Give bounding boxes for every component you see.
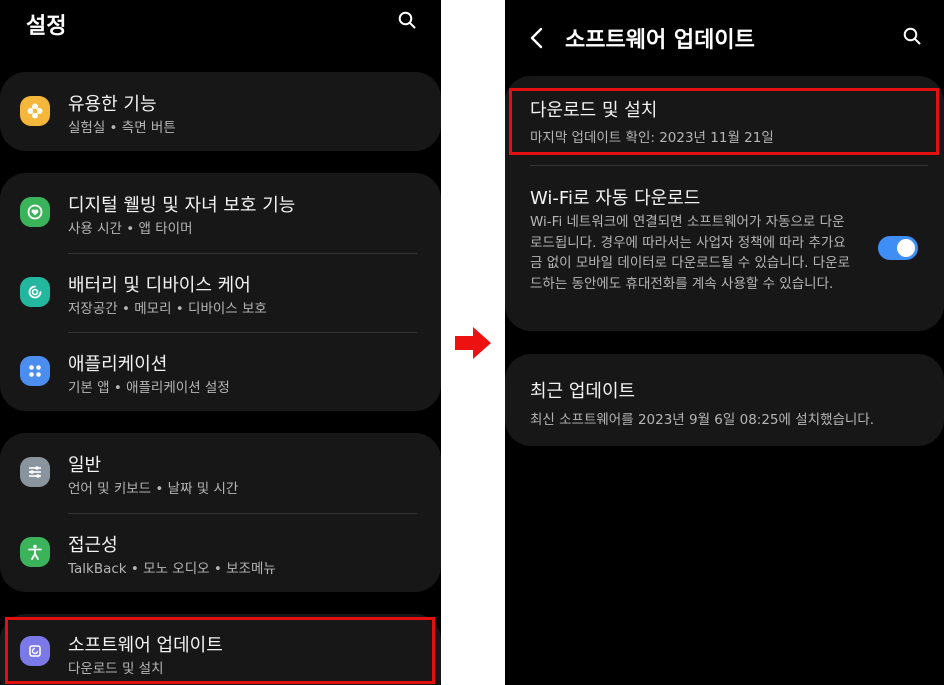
settings-group-general: 일반 언어 및 키보드 • 날짜 및 시간 접근성 TalkBack • 모노 … [0, 433, 441, 592]
item-subtitle: 최신 소프트웨어를 2023년 9월 6일 08:25에 설치했습니다. [530, 412, 875, 428]
item-subtitle: 저장공간 • 메모리 • 디바이스 보호 [68, 301, 267, 317]
highlight-box [5, 617, 435, 684]
settings-item-accessibility[interactable]: 접근성 TalkBack • 모노 오디오 • 보조메뉴 [0, 513, 441, 592]
settings-group-advanced: 유용한 기능 실험실 • 측면 버튼 [0, 72, 441, 151]
item-subtitle: 언어 및 키보드 • 날짜 및 시간 [68, 481, 239, 497]
item-title: 배터리 및 디바이스 케어 [68, 275, 251, 296]
page-title: 소프트웨어 업데이트 [565, 28, 755, 53]
settings-item-applications[interactable]: 애플리케이션 기본 앱 • 애플리케이션 설정 [0, 332, 441, 411]
search-icon[interactable] [398, 11, 416, 29]
page-title: 설정 [26, 14, 67, 39]
recent-update-item[interactable]: 최근 업데이트 최신 소프트웨어를 2023년 9월 6일 08:25에 설치했… [505, 354, 944, 446]
back-icon[interactable] [527, 26, 547, 50]
settings-item-general[interactable]: 일반 언어 및 키보드 • 날짜 및 시간 [0, 433, 441, 513]
toggle-knob [897, 239, 915, 257]
item-title: 접근성 [68, 535, 118, 556]
search-icon[interactable] [903, 27, 921, 45]
wifi-auto-download-toggle[interactable] [878, 236, 918, 260]
item-title: 애플리케이션 [68, 354, 168, 375]
item-title: 디지털 웰빙 및 자녀 보호 기능 [68, 195, 296, 216]
item-description: Wi-Fi 네트워크에 연결되면 소프트웨어가 자동으로 다운로드됩니다. 경우… [530, 214, 850, 292]
recent-update-card: 최근 업데이트 최신 소프트웨어를 2023년 9월 6일 08:25에 설치했… [505, 354, 944, 446]
wellbeing-icon [20, 197, 50, 227]
accessibility-icon [20, 537, 50, 567]
settings-item-advanced-features[interactable]: 유용한 기능 실험실 • 측면 버튼 [0, 72, 441, 151]
device-care-icon [20, 277, 50, 307]
item-title: 일반 [68, 455, 102, 476]
item-title: 유용한 기능 [68, 94, 157, 115]
item-title: Wi-Fi로 자동 다운로드 [530, 188, 701, 209]
settings-screen: 설정 유용한 기능 실험실 • 측면 버튼 디지털 웰빙 및 자녀 보호 기능 … [0, 0, 441, 685]
highlight-box [509, 88, 939, 155]
item-subtitle: 실험실 • 측면 버튼 [68, 120, 176, 136]
settings-group-device: 디지털 웰빙 및 자녀 보호 기능 사용 시간 • 앱 타이머 배터리 및 디바… [0, 173, 441, 411]
sliders-icon [20, 457, 50, 487]
apps-grid-icon [20, 356, 50, 386]
item-subtitle: 기본 앱 • 애플리케이션 설정 [68, 380, 230, 396]
settings-item-battery-device-care[interactable]: 배터리 및 디바이스 케어 저장공간 • 메모리 • 디바이스 보호 [0, 253, 441, 333]
settings-item-digital-wellbeing[interactable]: 디지털 웰빙 및 자녀 보호 기능 사용 시간 • 앱 타이머 [0, 173, 441, 253]
flower-icon [20, 96, 50, 126]
item-subtitle: TalkBack • 모노 오디오 • 보조메뉴 [68, 561, 276, 577]
item-subtitle: 사용 시간 • 앱 타이머 [68, 221, 193, 237]
item-title: 최근 업데이트 [530, 381, 636, 402]
right-arrow-icon [455, 327, 491, 359]
software-update-screen: 소프트웨어 업데이트 다운로드 및 설치 마지막 업데이트 확인: 2023년 … [505, 0, 944, 685]
